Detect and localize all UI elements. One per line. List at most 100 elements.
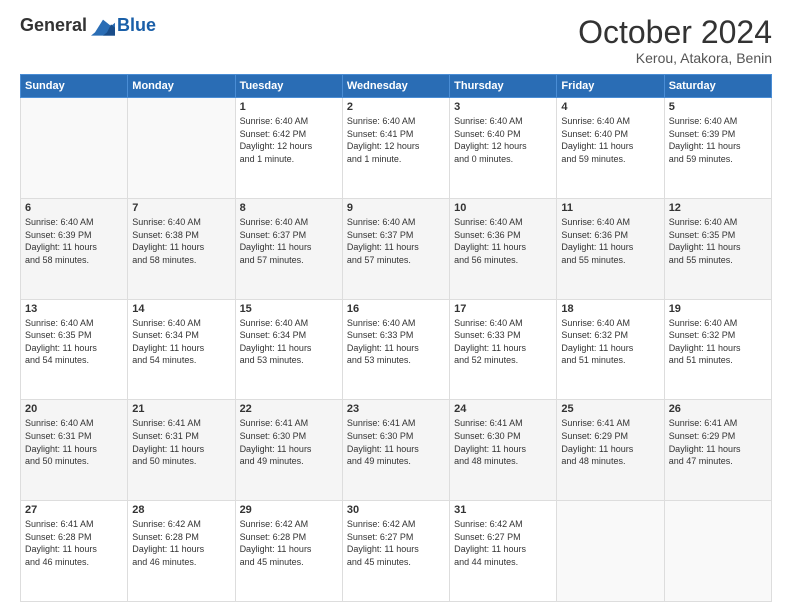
calendar-week-4: 20 Sunrise: 6:40 AM Sunset: 6:31 PM Dayli… bbox=[21, 400, 772, 501]
day-number: 8 bbox=[240, 202, 338, 214]
day-number: 2 bbox=[347, 101, 445, 113]
day-info: Sunrise: 6:40 AM Sunset: 6:33 PM Dayligh… bbox=[454, 317, 552, 367]
day-info: Sunrise: 6:42 AM Sunset: 6:28 PM Dayligh… bbox=[240, 518, 338, 568]
day-info: Sunrise: 6:40 AM Sunset: 6:42 PM Dayligh… bbox=[240, 115, 338, 165]
day-info: Sunrise: 6:40 AM Sunset: 6:40 PM Dayligh… bbox=[561, 115, 659, 165]
day-info: Sunrise: 6:40 AM Sunset: 6:33 PM Dayligh… bbox=[347, 317, 445, 367]
calendar-cell: 5 Sunrise: 6:40 AM Sunset: 6:39 PM Daylig… bbox=[664, 98, 771, 199]
logo-general: General bbox=[20, 15, 87, 36]
day-info: Sunrise: 6:41 AM Sunset: 6:28 PM Dayligh… bbox=[25, 518, 123, 568]
calendar-cell: 1 Sunrise: 6:40 AM Sunset: 6:42 PM Daylig… bbox=[235, 98, 342, 199]
day-info: Sunrise: 6:41 AM Sunset: 6:30 PM Dayligh… bbox=[347, 417, 445, 467]
day-info: Sunrise: 6:40 AM Sunset: 6:40 PM Dayligh… bbox=[454, 115, 552, 165]
location-subtitle: Kerou, Atakora, Benin bbox=[578, 50, 772, 66]
calendar-cell: 18 Sunrise: 6:40 AM Sunset: 6:32 PM Dayli… bbox=[557, 299, 664, 400]
day-number: 27 bbox=[25, 504, 123, 516]
calendar-header-row: SundayMondayTuesdayWednesdayThursdayFrid… bbox=[21, 75, 772, 98]
day-info: Sunrise: 6:40 AM Sunset: 6:37 PM Dayligh… bbox=[347, 216, 445, 266]
day-number: 14 bbox=[132, 303, 230, 315]
day-number: 10 bbox=[454, 202, 552, 214]
calendar-cell: 29 Sunrise: 6:42 AM Sunset: 6:28 PM Dayli… bbox=[235, 501, 342, 602]
day-info: Sunrise: 6:40 AM Sunset: 6:31 PM Dayligh… bbox=[25, 417, 123, 467]
day-number: 20 bbox=[25, 403, 123, 415]
day-info: Sunrise: 6:40 AM Sunset: 6:37 PM Dayligh… bbox=[240, 216, 338, 266]
day-number: 12 bbox=[669, 202, 767, 214]
day-info: Sunrise: 6:41 AM Sunset: 6:30 PM Dayligh… bbox=[240, 417, 338, 467]
calendar-cell: 24 Sunrise: 6:41 AM Sunset: 6:30 PM Dayli… bbox=[450, 400, 557, 501]
day-number: 25 bbox=[561, 403, 659, 415]
logo-icon bbox=[91, 16, 115, 36]
calendar-cell: 27 Sunrise: 6:41 AM Sunset: 6:28 PM Dayli… bbox=[21, 501, 128, 602]
weekday-header-tuesday: Tuesday bbox=[235, 75, 342, 98]
calendar-cell: 6Sunrise: 6:40 AM Sunset: 6:39 PM Daylig… bbox=[21, 198, 128, 299]
weekday-header-friday: Friday bbox=[557, 75, 664, 98]
day-info: Sunrise: 6:40 AM Sunset: 6:36 PM Dayligh… bbox=[561, 216, 659, 266]
day-info: Sunrise: 6:40 AM Sunset: 6:38 PM Dayligh… bbox=[132, 216, 230, 266]
calendar-cell: 28Sunrise: 6:42 AM Sunset: 6:28 PM Dayli… bbox=[128, 501, 235, 602]
day-info: Sunrise: 6:40 AM Sunset: 6:34 PM Dayligh… bbox=[132, 317, 230, 367]
calendar-week-1: 1 Sunrise: 6:40 AM Sunset: 6:42 PM Daylig… bbox=[21, 98, 772, 199]
calendar-week-2: 6Sunrise: 6:40 AM Sunset: 6:39 PM Daylig… bbox=[21, 198, 772, 299]
day-info: Sunrise: 6:40 AM Sunset: 6:32 PM Dayligh… bbox=[561, 317, 659, 367]
day-number: 24 bbox=[454, 403, 552, 415]
calendar-cell: 25Sunrise: 6:41 AM Sunset: 6:29 PM Dayli… bbox=[557, 400, 664, 501]
day-number: 1 bbox=[240, 101, 338, 113]
day-info: Sunrise: 6:41 AM Sunset: 6:30 PM Dayligh… bbox=[454, 417, 552, 467]
day-number: 3 bbox=[454, 101, 552, 113]
calendar-cell: 11 Sunrise: 6:40 AM Sunset: 6:36 PM Dayli… bbox=[557, 198, 664, 299]
day-info: Sunrise: 6:41 AM Sunset: 6:31 PM Dayligh… bbox=[132, 417, 230, 467]
day-info: Sunrise: 6:42 AM Sunset: 6:27 PM Dayligh… bbox=[347, 518, 445, 568]
weekday-header-monday: Monday bbox=[128, 75, 235, 98]
calendar-week-3: 13Sunrise: 6:40 AM Sunset: 6:35 PM Dayli… bbox=[21, 299, 772, 400]
header: General Blue October 2024 Kerou, Atakora… bbox=[20, 15, 772, 66]
day-number: 4 bbox=[561, 101, 659, 113]
day-number: 17 bbox=[454, 303, 552, 315]
calendar-cell: 22 Sunrise: 6:41 AM Sunset: 6:30 PM Dayli… bbox=[235, 400, 342, 501]
day-info: Sunrise: 6:40 AM Sunset: 6:36 PM Dayligh… bbox=[454, 216, 552, 266]
day-number: 19 bbox=[669, 303, 767, 315]
day-number: 31 bbox=[454, 504, 552, 516]
calendar-cell bbox=[21, 98, 128, 199]
day-info: Sunrise: 6:41 AM Sunset: 6:29 PM Dayligh… bbox=[669, 417, 767, 467]
calendar-cell: 4 Sunrise: 6:40 AM Sunset: 6:40 PM Daylig… bbox=[557, 98, 664, 199]
calendar-cell: 10 Sunrise: 6:40 AM Sunset: 6:36 PM Dayli… bbox=[450, 198, 557, 299]
day-info: Sunrise: 6:42 AM Sunset: 6:28 PM Dayligh… bbox=[132, 518, 230, 568]
calendar-table: SundayMondayTuesdayWednesdayThursdayFrid… bbox=[20, 74, 772, 602]
calendar-week-5: 27 Sunrise: 6:41 AM Sunset: 6:28 PM Dayli… bbox=[21, 501, 772, 602]
calendar-cell: 13Sunrise: 6:40 AM Sunset: 6:35 PM Dayli… bbox=[21, 299, 128, 400]
calendar-cell bbox=[557, 501, 664, 602]
day-info: Sunrise: 6:40 AM Sunset: 6:41 PM Dayligh… bbox=[347, 115, 445, 165]
day-info: Sunrise: 6:42 AM Sunset: 6:27 PM Dayligh… bbox=[454, 518, 552, 568]
day-info: Sunrise: 6:40 AM Sunset: 6:35 PM Dayligh… bbox=[669, 216, 767, 266]
day-number: 18 bbox=[561, 303, 659, 315]
weekday-header-sunday: Sunday bbox=[21, 75, 128, 98]
calendar-cell: 21 Sunrise: 6:41 AM Sunset: 6:31 PM Dayli… bbox=[128, 400, 235, 501]
day-number: 13 bbox=[25, 303, 123, 315]
day-number: 29 bbox=[240, 504, 338, 516]
day-info: Sunrise: 6:40 AM Sunset: 6:34 PM Dayligh… bbox=[240, 317, 338, 367]
calendar-cell: 2 Sunrise: 6:40 AM Sunset: 6:41 PM Daylig… bbox=[342, 98, 449, 199]
day-number: 16 bbox=[347, 303, 445, 315]
day-info: Sunrise: 6:40 AM Sunset: 6:32 PM Dayligh… bbox=[669, 317, 767, 367]
calendar-cell: 30Sunrise: 6:42 AM Sunset: 6:27 PM Dayli… bbox=[342, 501, 449, 602]
day-number: 5 bbox=[669, 101, 767, 113]
logo: General Blue bbox=[20, 15, 156, 36]
calendar-cell: 19 Sunrise: 6:40 AM Sunset: 6:32 PM Dayli… bbox=[664, 299, 771, 400]
day-number: 21 bbox=[132, 403, 230, 415]
day-number: 11 bbox=[561, 202, 659, 214]
page: General Blue October 2024 Kerou, Atakora… bbox=[0, 0, 792, 612]
calendar-cell: 31 Sunrise: 6:42 AM Sunset: 6:27 PM Dayli… bbox=[450, 501, 557, 602]
calendar-cell: 20 Sunrise: 6:40 AM Sunset: 6:31 PM Dayli… bbox=[21, 400, 128, 501]
day-number: 22 bbox=[240, 403, 338, 415]
day-number: 7 bbox=[132, 202, 230, 214]
day-number: 23 bbox=[347, 403, 445, 415]
logo-blue: Blue bbox=[117, 15, 156, 36]
calendar-cell: 9Sunrise: 6:40 AM Sunset: 6:37 PM Daylig… bbox=[342, 198, 449, 299]
weekday-header-saturday: Saturday bbox=[664, 75, 771, 98]
day-info: Sunrise: 6:40 AM Sunset: 6:39 PM Dayligh… bbox=[669, 115, 767, 165]
calendar-cell: 7 Sunrise: 6:40 AM Sunset: 6:38 PM Daylig… bbox=[128, 198, 235, 299]
month-title: October 2024 bbox=[578, 15, 772, 50]
calendar-cell: 17 Sunrise: 6:40 AM Sunset: 6:33 PM Dayli… bbox=[450, 299, 557, 400]
calendar-cell bbox=[664, 501, 771, 602]
calendar-cell: 23 Sunrise: 6:41 AM Sunset: 6:30 PM Dayli… bbox=[342, 400, 449, 501]
